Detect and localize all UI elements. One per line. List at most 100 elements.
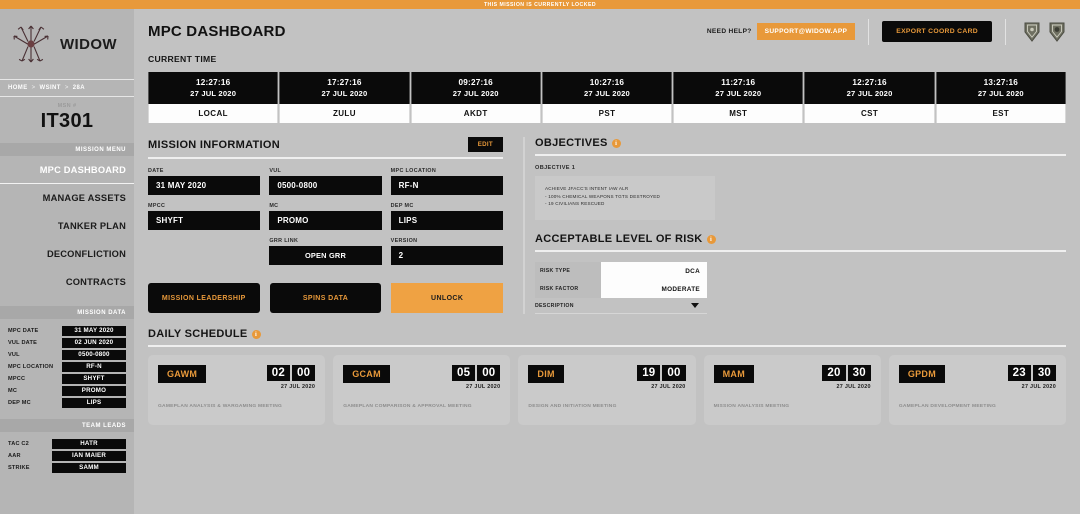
- row-value: 0500-0800: [62, 350, 126, 360]
- info-icon[interactable]: i: [707, 235, 716, 244]
- mission-menu-heading-text: MISSION MENU: [75, 147, 126, 153]
- schedule-card-mam[interactable]: MAM 20 30 27 JUL 2020 MISSION ANALYSIS M…: [704, 355, 881, 425]
- support-email-button[interactable]: SUPPORT@WIDOW.APP: [757, 23, 856, 40]
- vul-field[interactable]: 0500-0800: [269, 176, 381, 195]
- mpcc-field[interactable]: SHYFT: [148, 211, 260, 230]
- chevron-down-icon: [691, 303, 699, 308]
- unit-badge-icon[interactable]: [1023, 21, 1041, 43]
- table-row: RISK FACTOR MODERATE: [535, 280, 707, 298]
- schedule-card-gawm[interactable]: GAWM 02 00 27 JUL 2020 GAMEPLAN ANALYSIS…: [148, 355, 325, 425]
- sidebar-item-mpc-dashboard[interactable]: MPC DASHBOARD: [0, 156, 134, 184]
- schedule-card-gcam[interactable]: GCAM 05 00 27 JUL 2020 GAMEPLAN COMPARIS…: [333, 355, 510, 425]
- row-value: DCA: [601, 262, 707, 280]
- breadcrumb-separator: >: [32, 85, 36, 91]
- sidebar-item-label: TANKER PLAN: [58, 221, 126, 231]
- table-row: MPCC SHYFT: [8, 373, 126, 385]
- timezone-time: 10:27:16: [543, 78, 671, 87]
- risk-table: RISK TYPE DCA RISK FACTOR MODERATE DESCR…: [535, 262, 707, 314]
- objectives-and-risk-panel: OBJECTIVES i OBJECTIVE 1 ACHIEVE JFACC'S…: [535, 137, 1066, 314]
- middle-panels: MISSION INFORMATION EDIT DATE 31 MAY 202…: [134, 137, 1080, 314]
- timezone-date: 27 JUL 2020: [937, 89, 1065, 98]
- dep-mc-field[interactable]: LIPS: [391, 211, 503, 230]
- card-time-block: 20 30 27 JUL 2020: [822, 365, 870, 390]
- unlock-button[interactable]: UNLOCK: [391, 283, 503, 313]
- timezone-label: LOCAL: [148, 104, 278, 123]
- field-mc: MC PROMO: [269, 203, 381, 230]
- card-description: GAMEPLAN DEVELOPMENT MEETING: [899, 404, 1056, 409]
- row-value: IAN MAIER: [52, 451, 126, 461]
- objective-line: - 100% CHEMICAL WEAPONS TGTS DESTROYED: [545, 193, 705, 201]
- card-time-block: 19 00 27 JUL 2020: [637, 365, 685, 390]
- card-code: DIM: [528, 365, 563, 383]
- breadcrumb-item-wsint[interactable]: WSINT: [40, 85, 61, 91]
- card-time: 19 00: [637, 365, 685, 381]
- mission-leadership-button[interactable]: MISSION LEADERSHIP: [148, 283, 260, 313]
- timezone-strip: 12:27:16 27 JUL 2020 LOCAL 17:27:16 27 J…: [148, 72, 1066, 123]
- breadcrumb-item-current[interactable]: 28A: [73, 85, 85, 91]
- date-field[interactable]: 31 MAY 2020: [148, 176, 260, 195]
- open-grr-button[interactable]: OPEN GRR: [269, 246, 381, 265]
- risk-description-toggle[interactable]: DESCRIPTION: [535, 298, 707, 314]
- info-icon[interactable]: i: [612, 139, 621, 148]
- timezone-top: 17:27:16 27 JUL 2020: [279, 72, 409, 104]
- timezone-time: 17:27:16: [280, 78, 408, 87]
- edit-button[interactable]: EDIT: [468, 137, 503, 152]
- timezone-label: MST: [673, 104, 803, 123]
- risk-header: ACCEPTABLE LEVEL OF RISK i: [535, 233, 1066, 245]
- row-value: 02 JUN 2020: [62, 338, 126, 348]
- table-row: STRIKE SAMM: [8, 462, 126, 474]
- card-top: GCAM 05 00 27 JUL 2020: [343, 365, 500, 390]
- export-coord-card-button[interactable]: EXPORT COORD CARD: [882, 21, 992, 42]
- row-value: SHYFT: [62, 374, 126, 384]
- card-time-block: 23 30 27 JUL 2020: [1008, 365, 1056, 390]
- schedule-card-dim[interactable]: DIM 19 00 27 JUL 2020 DESIGN AND INITIAT…: [518, 355, 695, 425]
- card-top: GAWM 02 00 27 JUL 2020: [158, 365, 315, 390]
- unit-badge-icon[interactable]: [1048, 21, 1066, 43]
- risk-title: ACCEPTABLE LEVEL OF RISK: [535, 233, 703, 245]
- field-version: VERSION 2: [391, 238, 503, 265]
- version-field[interactable]: 2: [391, 246, 503, 265]
- timezone-label: ZULU: [279, 104, 409, 123]
- divider: [1005, 19, 1006, 45]
- sidebar-item-manage-assets[interactable]: MANAGE ASSETS: [0, 184, 134, 212]
- daily-schedule-section: DAILY SCHEDULE i GAWM 02 00 27 JUL 2020: [134, 328, 1080, 425]
- timezone-label: AKDT: [411, 104, 541, 123]
- daily-schedule-header: DAILY SCHEDULE i: [148, 328, 1066, 340]
- field-label: GRR LINK: [269, 238, 381, 244]
- card-hour: 19: [637, 365, 660, 381]
- mission-information-fields: DATE 31 MAY 2020 MPCC SHYFT VUL 0500-080…: [148, 168, 503, 265]
- card-description: GAMEPLAN ANALYSIS & WARGAMING MEETING: [158, 404, 315, 409]
- divider: [535, 154, 1066, 156]
- timezone-cell-mst: 11:27:16 27 JUL 2020 MST: [673, 72, 803, 123]
- mc-field[interactable]: PROMO: [269, 211, 381, 230]
- brand[interactable]: WIDOW: [0, 9, 134, 79]
- spacer: [148, 238, 260, 262]
- vertical-divider: [523, 137, 525, 314]
- breadcrumb-item-home[interactable]: HOME: [8, 85, 28, 91]
- divider: [148, 157, 503, 159]
- mpc-location-field[interactable]: RF-N: [391, 176, 503, 195]
- objective-line: - 19 CIVILIANS RESCUED: [545, 200, 705, 208]
- sidebar-item-contracts[interactable]: CONTRACTS: [0, 268, 134, 296]
- card-top: GPDM 23 30 27 JUL 2020: [899, 365, 1056, 390]
- schedule-card-gpdm[interactable]: GPDM 23 30 27 JUL 2020 GAMEPLAN DEVELOPM…: [889, 355, 1066, 425]
- info-icon[interactable]: i: [252, 330, 261, 339]
- row-key: MC: [8, 388, 58, 394]
- field-mpcc: MPCC SHYFT: [148, 203, 260, 230]
- current-time-section: CURRENT TIME 12:27:16 27 JUL 2020 LOCAL …: [134, 54, 1080, 123]
- card-time-block: 05 00 27 JUL 2020: [452, 365, 500, 390]
- card-description: GAMEPLAN COMPARISON & APPROVAL MEETING: [343, 404, 500, 409]
- breadcrumb: HOME > WSINT > 28A: [0, 79, 134, 97]
- field-label: DATE: [148, 168, 260, 174]
- unit-badges: [1023, 21, 1066, 43]
- sidebar-menu: MPC DASHBOARD MANAGE ASSETS TANKER PLAN …: [0, 156, 134, 296]
- mission-information-header: MISSION INFORMATION EDIT: [148, 137, 503, 152]
- table-row: MPC DATE 31 MAY 2020: [8, 325, 126, 337]
- mission-information-panel: MISSION INFORMATION EDIT DATE 31 MAY 202…: [148, 137, 513, 314]
- sidebar-item-tanker-plan[interactable]: TANKER PLAN: [0, 212, 134, 240]
- spins-data-button[interactable]: SPINS DATA: [270, 283, 382, 313]
- timezone-cell-est: 13:27:16 27 JUL 2020 EST: [936, 72, 1066, 123]
- timezone-date: 27 JUL 2020: [543, 89, 671, 98]
- mission-data-table: MPC DATE 31 MAY 2020 VUL DATE 02 JUN 202…: [0, 319, 134, 409]
- sidebar-item-deconfliction[interactable]: DECONFLICTION: [0, 240, 134, 268]
